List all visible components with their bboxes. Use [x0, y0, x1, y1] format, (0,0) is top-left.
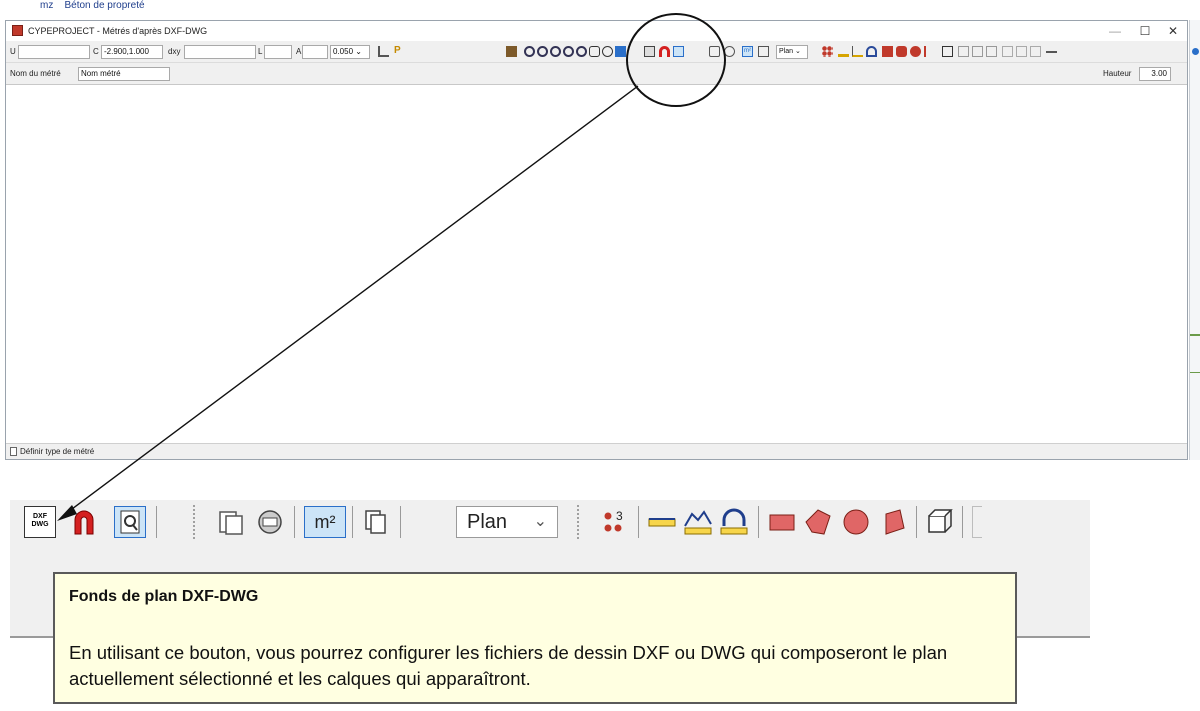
pointer-arrow-line [67, 85, 639, 513]
annotation-overlay [57, 13, 726, 521]
highlight-circle [626, 13, 726, 107]
